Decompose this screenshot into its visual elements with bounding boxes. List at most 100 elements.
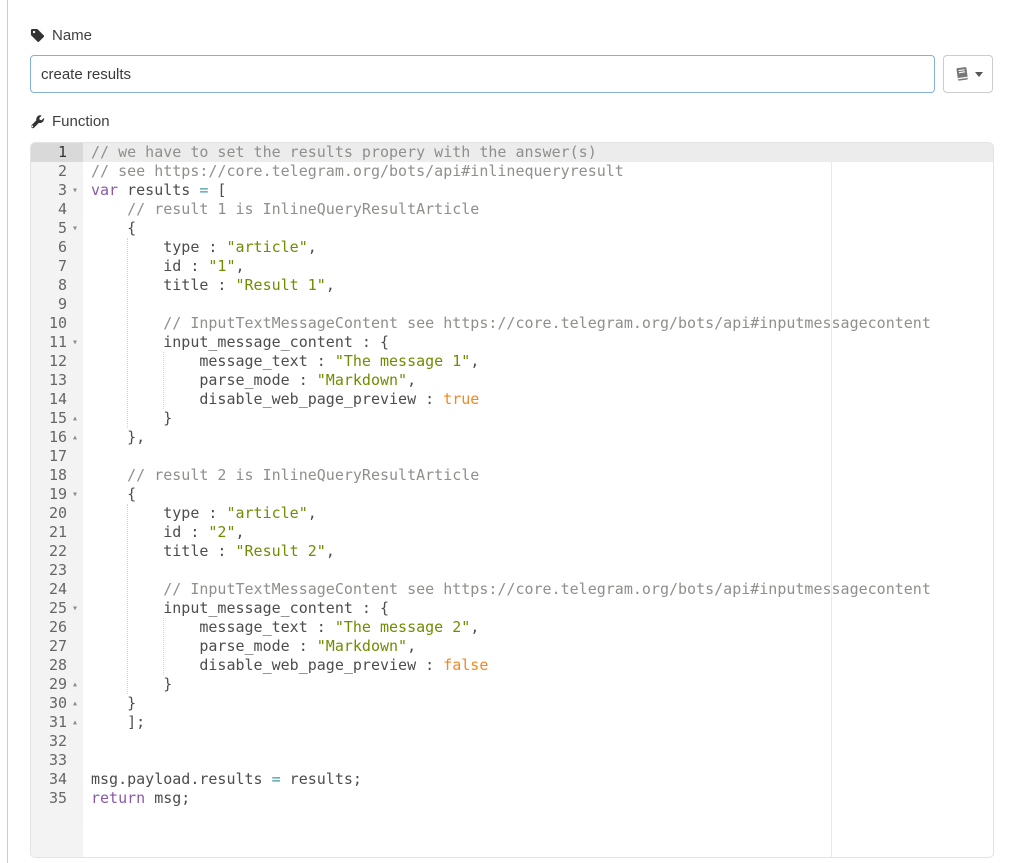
library-button[interactable] (943, 55, 993, 93)
indent-guide (163, 618, 164, 675)
code-line[interactable]: } (83, 409, 993, 428)
fold-end-icon[interactable]: ▴ (67, 675, 83, 694)
code-line[interactable]: input_message_content : { (83, 599, 993, 618)
line-number: 7 (31, 257, 67, 276)
gutter-cell: 35 (31, 789, 83, 808)
line-number: 13 (31, 371, 67, 390)
code-line[interactable]: // see https://core.telegram.org/bots/ap… (83, 162, 993, 181)
line-number: 15 (31, 409, 67, 428)
line-number: 35 (31, 789, 67, 808)
code-line[interactable] (83, 732, 993, 751)
code-line[interactable]: // InputTextMessageContent see https://c… (83, 580, 993, 599)
indent-guide (163, 352, 164, 409)
code-line[interactable]: } (83, 675, 993, 694)
line-number: 17 (31, 447, 67, 466)
code-line[interactable] (83, 295, 993, 314)
gutter-cell: 15▴ (31, 409, 83, 428)
indent-guide (127, 238, 128, 428)
gutter-cell: 11▾ (31, 333, 83, 352)
code-area[interactable]: // we have to set the results propery wi… (83, 143, 993, 857)
code-line[interactable]: id : "1", (83, 257, 993, 276)
gutter-cell: 21 (31, 523, 83, 542)
fold-open-icon[interactable]: ▾ (67, 181, 83, 200)
code-line[interactable]: ]; (83, 713, 993, 732)
line-number: 33 (31, 751, 67, 770)
code-line[interactable]: // we have to set the results propery wi… (83, 143, 993, 162)
function-label: Function (30, 113, 994, 129)
code-line[interactable]: parse_mode : "Markdown", (83, 637, 993, 656)
line-number: 27 (31, 637, 67, 656)
panel-left-border (7, 0, 8, 863)
gutter-cell: 4 (31, 200, 83, 219)
code-line[interactable]: { (83, 485, 993, 504)
name-label: Name (30, 27, 994, 43)
line-number: 2 (31, 162, 67, 181)
code-line[interactable] (83, 751, 993, 770)
gutter-cell: 22 (31, 542, 83, 561)
gutter-cell: 17 (31, 447, 83, 466)
code-line[interactable]: type : "article", (83, 238, 993, 257)
line-number: 26 (31, 618, 67, 637)
code-line[interactable]: message_text : "The message 1", (83, 352, 993, 371)
code-line[interactable]: disable_web_page_preview : false (83, 656, 993, 675)
code-line[interactable] (83, 447, 993, 466)
line-number: 9 (31, 295, 67, 314)
fold-open-icon[interactable]: ▾ (67, 599, 83, 618)
gutter-cell: 28 (31, 656, 83, 675)
gutter-cell: 30▴ (31, 694, 83, 713)
fold-end-icon[interactable]: ▴ (67, 713, 83, 732)
line-number: 6 (31, 238, 67, 257)
gutter-cell: 13 (31, 371, 83, 390)
gutter-cell: 31▴ (31, 713, 83, 732)
code-line[interactable]: title : "Result 1", (83, 276, 993, 295)
tag-icon (30, 28, 45, 43)
line-number: 10 (31, 314, 67, 333)
code-line[interactable]: input_message_content : { (83, 333, 993, 352)
line-number: 28 (31, 656, 67, 675)
code-editor[interactable]: 123▾45▾67891011▾12131415▴16▴171819▾20212… (30, 142, 994, 858)
code-line[interactable]: id : "2", (83, 523, 993, 542)
line-number: 24 (31, 580, 67, 599)
name-label-text: Name (52, 27, 92, 44)
line-number: 8 (31, 276, 67, 295)
gutter-cell: 1 (31, 143, 83, 162)
name-input[interactable] (30, 55, 935, 93)
code-line[interactable] (83, 561, 993, 580)
gutter-cell: 34 (31, 770, 83, 789)
fold-end-icon[interactable]: ▴ (67, 694, 83, 713)
fold-open-icon[interactable]: ▾ (67, 485, 83, 504)
code-line[interactable]: var results = [ (83, 181, 993, 200)
line-number: 1 (31, 143, 67, 162)
code-line[interactable]: } (83, 694, 993, 713)
code-line[interactable]: type : "article", (83, 504, 993, 523)
fold-end-icon[interactable]: ▴ (67, 428, 83, 447)
code-line[interactable]: msg.payload.results = results; (83, 770, 993, 789)
code-line[interactable]: return msg; (83, 789, 993, 808)
gutter-cell: 25▾ (31, 599, 83, 618)
line-number: 16 (31, 428, 67, 447)
code-line[interactable]: // result 2 is InlineQueryResultArticle (83, 466, 993, 485)
line-number: 32 (31, 732, 67, 751)
fold-open-icon[interactable]: ▾ (67, 219, 83, 238)
gutter-cell: 14 (31, 390, 83, 409)
gutter-cell: 33 (31, 751, 83, 770)
code-line[interactable]: { (83, 219, 993, 238)
gutter-cell: 16▴ (31, 428, 83, 447)
line-number: 3 (31, 181, 67, 200)
code-line[interactable]: title : "Result 2", (83, 542, 993, 561)
line-number: 31 (31, 713, 67, 732)
code-line[interactable]: // InputTextMessageContent see https://c… (83, 314, 993, 333)
line-number: 19 (31, 485, 67, 504)
line-number: 22 (31, 542, 67, 561)
line-number: 29 (31, 675, 67, 694)
fold-end-icon[interactable]: ▴ (67, 409, 83, 428)
code-line[interactable]: parse_mode : "Markdown", (83, 371, 993, 390)
code-line[interactable]: // result 1 is InlineQueryResultArticle (83, 200, 993, 219)
gutter-cell: 3▾ (31, 181, 83, 200)
indent-guide (127, 504, 128, 694)
code-line[interactable]: message_text : "The message 2", (83, 618, 993, 637)
code-line[interactable]: disable_web_page_preview : true (83, 390, 993, 409)
code-line[interactable]: }, (83, 428, 993, 447)
fold-open-icon[interactable]: ▾ (67, 333, 83, 352)
line-number: 18 (31, 466, 67, 485)
